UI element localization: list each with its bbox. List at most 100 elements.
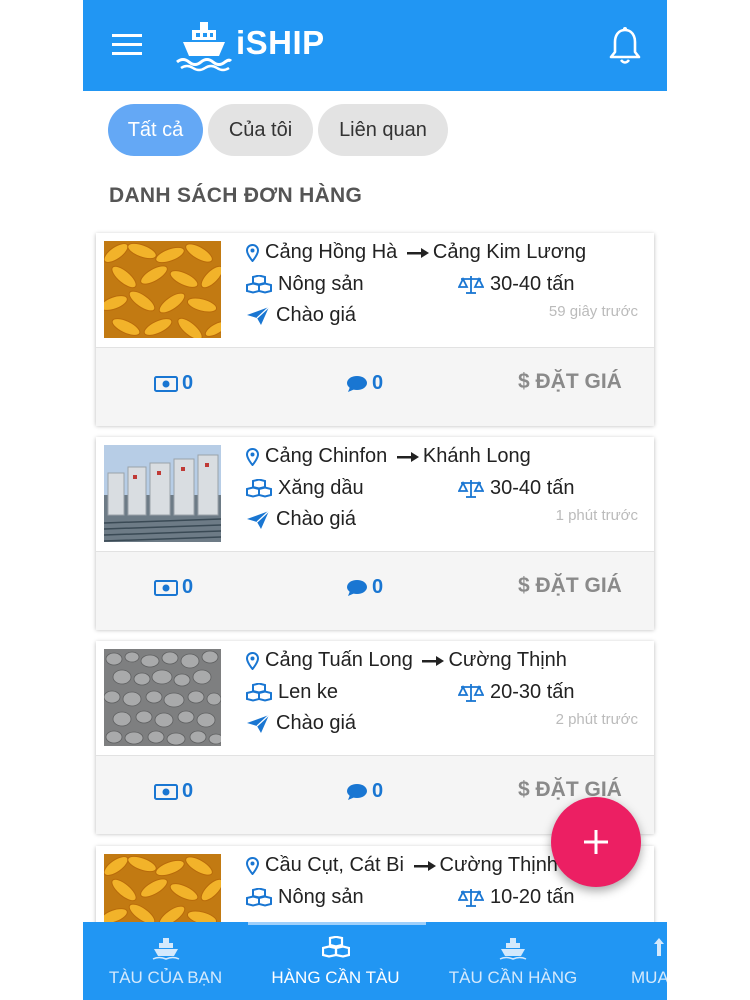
order-card[interactable]: Cảng Hồng Hà Cảng Kim Lương Nông sản 30-… — [96, 233, 654, 426]
menu-icon[interactable] — [110, 30, 144, 60]
comment-icon — [347, 375, 367, 392]
money-icon — [154, 375, 178, 392]
add-order-button[interactable] — [551, 797, 641, 887]
money-count[interactable]: 0 — [154, 780, 193, 803]
tab-mine[interactable]: Của tôi — [208, 104, 313, 156]
cargo-type: Nông sản — [278, 886, 364, 908]
section-title: DANH SÁCH ĐƠN HÀNG — [109, 184, 363, 207]
money-count-value: 0 — [182, 576, 194, 598]
comment-icon — [347, 783, 367, 800]
ship-logo-icon — [176, 22, 233, 72]
order-card[interactable]: Cảng Chinfon Khánh Long Xăng dầu 30-40 t… — [96, 437, 654, 630]
order-cargo: Nông sản — [246, 273, 364, 296]
order-cargo: Xăng dầu — [246, 477, 364, 500]
scale-icon — [458, 888, 484, 907]
cargo-type: Xăng dầu — [278, 477, 364, 499]
comment-count-value: 0 — [372, 780, 384, 802]
order-price-mode: Chào giá — [246, 712, 356, 735]
route-to: Cảng Kim Lương — [432, 241, 587, 263]
paper-plane-icon — [247, 714, 270, 733]
arrow-right-icon — [413, 860, 436, 871]
comment-count-value: 0 — [372, 372, 384, 394]
posted-time: 59 giây trước — [548, 303, 638, 320]
order-weight: 20-30 tấn — [458, 681, 575, 704]
place-bid-button[interactable]: $ ĐẶT GIÁ — [518, 370, 622, 394]
nav-ship-needs-cargo[interactable]: TÀU CẦN HÀNG — [428, 922, 598, 1000]
comment-count[interactable]: 0 — [346, 576, 383, 599]
route-from: Cảng Tuấn Long — [265, 649, 413, 671]
tab-related[interactable]: Liên quan — [318, 104, 448, 156]
money-count-value: 0 — [182, 780, 194, 802]
arrow-right-icon — [422, 655, 445, 666]
order-weight: 30-40 tấn — [458, 273, 575, 296]
arrows-icon — [654, 938, 664, 956]
money-count[interactable]: 0 — [154, 576, 193, 599]
posted-time: 2 phút trước — [555, 711, 638, 728]
order-actions: 0 0 $ ĐẶT GIÁ — [96, 551, 654, 630]
cubes-icon — [246, 682, 272, 702]
arrow-right-icon — [406, 247, 429, 258]
route-from: Cảng Hồng Hà — [265, 241, 398, 263]
order-route: Cảng Tuấn Long Cường Thịnh — [246, 649, 567, 672]
money-icon — [154, 783, 178, 800]
app-title: iSHIP — [236, 24, 325, 61]
order-route: Cảng Chinfon Khánh Long — [246, 445, 531, 468]
money-icon — [154, 579, 178, 596]
comment-count[interactable]: 0 — [346, 780, 383, 803]
nav-buy[interactable]: MUA — [623, 922, 667, 1000]
nav-cargo-needs-ship[interactable]: HÀNG CẦN TÀU — [253, 922, 418, 1000]
ship-icon — [499, 938, 527, 960]
map-marker-icon — [246, 856, 259, 875]
money-count-value: 0 — [182, 372, 194, 394]
bottom-navigation: TÀU CỦA BẠN HÀNG CẦN TÀU TÀU CẦN HÀNG MU… — [83, 922, 667, 1000]
cargo-weight: 20-30 tấn — [490, 681, 575, 703]
route-from: Cầu Cụt, Cát Bi — [265, 854, 404, 876]
bell-icon[interactable] — [607, 26, 643, 66]
place-bid-button[interactable]: $ ĐẶT GIÁ — [518, 574, 622, 598]
cargo-type: Len ke — [278, 681, 339, 703]
cubes-icon — [246, 887, 272, 907]
cubes-icon — [246, 274, 272, 294]
scale-icon — [458, 479, 484, 498]
order-info: Cảng Tuấn Long Cường Thịnh Len ke 20-30 … — [246, 641, 646, 753]
nav-your-ships[interactable]: TÀU CỦA BẠN — [83, 922, 248, 1000]
route-from: Cảng Chinfon — [265, 445, 388, 467]
nav-label: MUA — [631, 968, 667, 987]
app-bar: iSHIP — [83, 0, 667, 91]
order-weight: 10-20 tấn — [458, 886, 575, 909]
scale-icon — [458, 275, 484, 294]
app-frame: iSHIP Tất cả Của tôi Liên quan DANH SÁCH… — [83, 0, 667, 1000]
plus-icon — [584, 830, 608, 854]
cargo-type: Nông sản — [278, 273, 364, 295]
paper-plane-icon — [247, 306, 270, 325]
money-count[interactable]: 0 — [154, 372, 193, 395]
cargo-image-gravel — [104, 649, 221, 746]
price-mode: Chào giá — [276, 304, 357, 326]
price-mode: Chào giá — [276, 508, 357, 530]
tab-all[interactable]: Tất cả — [108, 104, 203, 156]
cargo-weight: 10-20 tấn — [490, 886, 575, 908]
arrow-right-icon — [396, 451, 419, 462]
paper-plane-icon — [247, 510, 270, 529]
map-marker-icon — [246, 243, 259, 262]
cargo-weight: 30-40 tấn — [490, 477, 575, 499]
order-cargo: Nông sản — [246, 886, 364, 909]
comment-count-value: 0 — [372, 576, 384, 598]
nav-label: TÀU CẦN HÀNG — [448, 968, 578, 987]
route-to: Cường Thịnh — [448, 649, 567, 671]
order-cargo: Len ke — [246, 681, 338, 704]
route-to: Khánh Long — [422, 445, 531, 467]
map-marker-icon — [246, 447, 259, 466]
order-price-mode: Chào giá — [246, 508, 356, 531]
ship-icon — [152, 938, 180, 960]
order-route: Cầu Cụt, Cát Bi Cường Thịnh — [246, 854, 558, 877]
nav-label: TÀU CỦA BẠN — [108, 968, 223, 987]
comment-icon — [347, 579, 367, 596]
order-route: Cảng Hồng Hà Cảng Kim Lương — [246, 241, 586, 264]
comment-count[interactable]: 0 — [346, 372, 383, 395]
order-info: Cảng Chinfon Khánh Long Xăng dầu 30-40 t… — [246, 437, 646, 549]
order-info: Cảng Hồng Hà Cảng Kim Lương Nông sản 30-… — [246, 233, 646, 345]
cargo-weight: 30-40 tấn — [490, 273, 575, 295]
order-weight: 30-40 tấn — [458, 477, 575, 500]
cubes-icon — [246, 478, 272, 498]
